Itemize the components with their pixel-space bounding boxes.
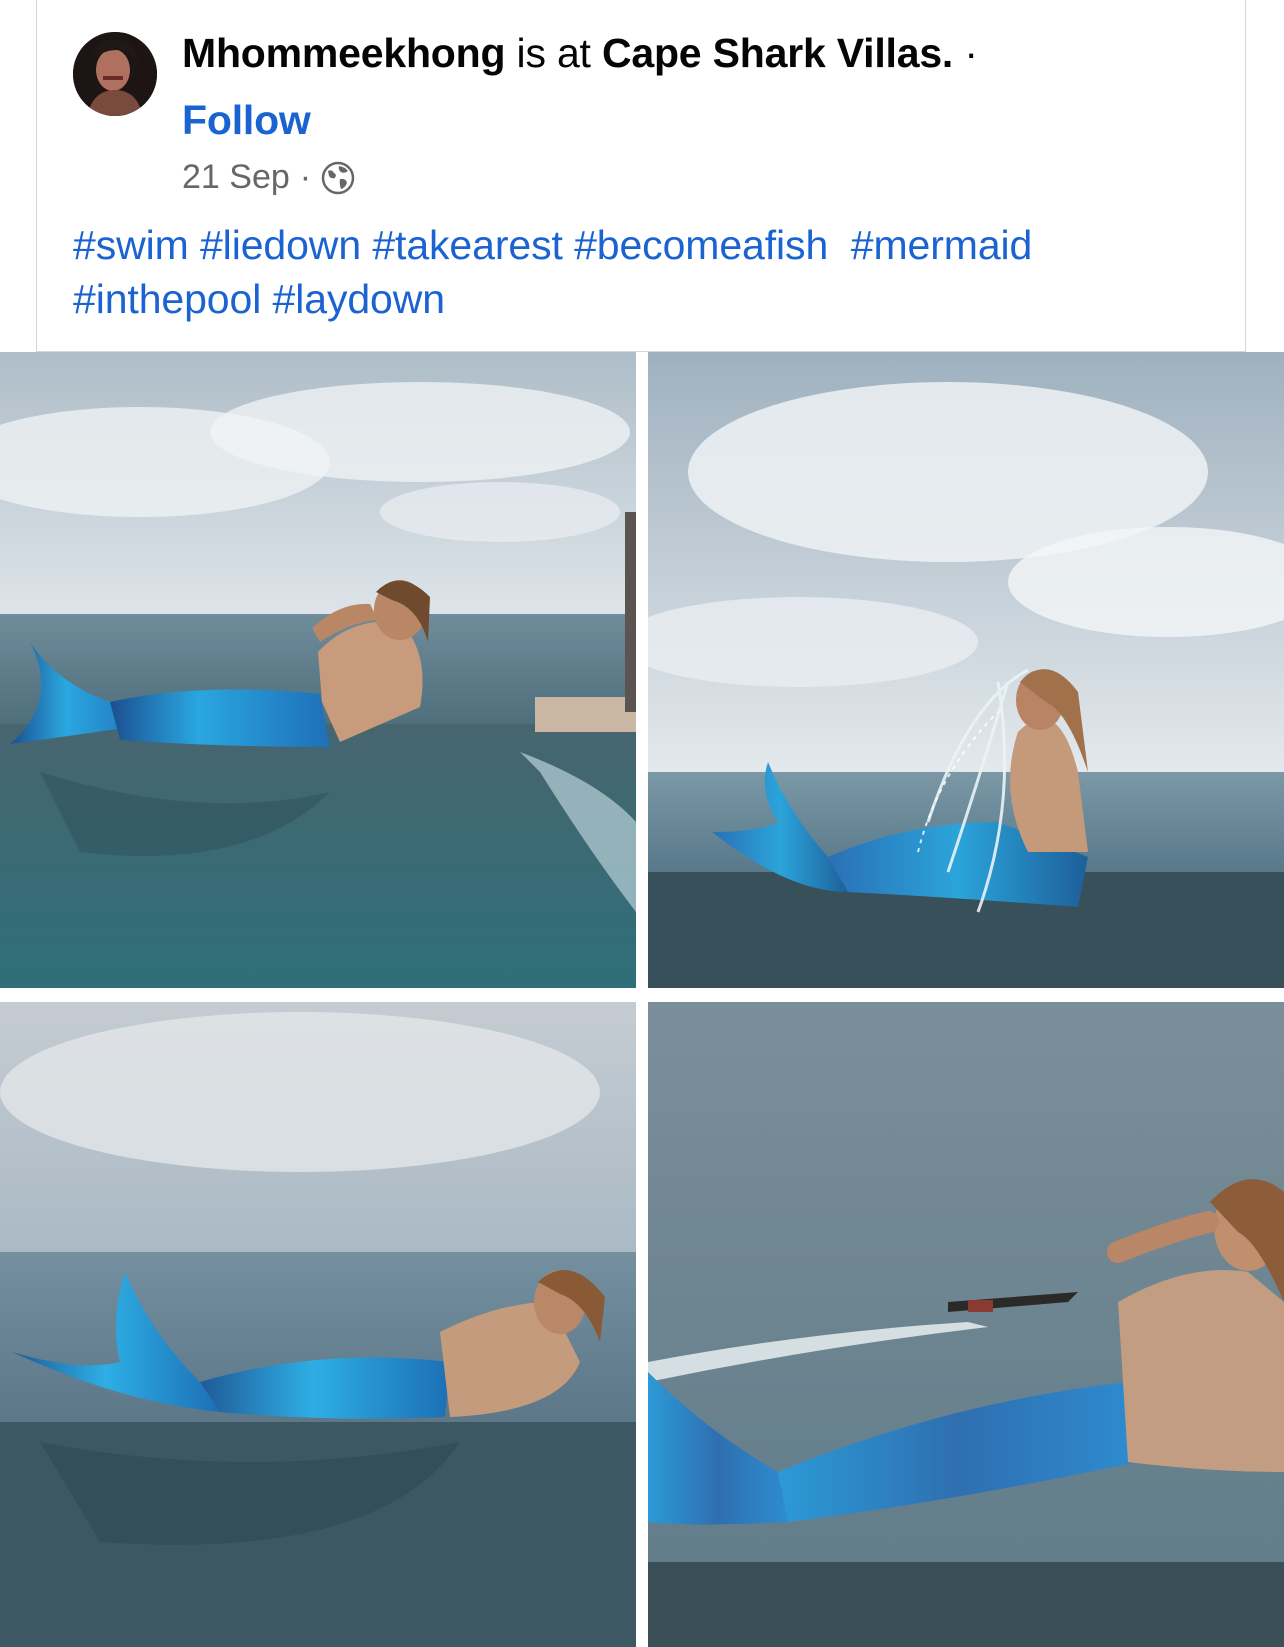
author-avatar[interactable] (73, 32, 157, 116)
hashtag-liedown[interactable]: #liedown (200, 222, 361, 268)
photo-grid (0, 352, 1284, 1647)
photo-mermaid-lying-pool-edge[interactable] (0, 352, 636, 988)
hashtag-swim[interactable]: #swim (73, 222, 189, 268)
at-text: is at (516, 30, 591, 76)
hashtag-takearest[interactable]: #takearest (372, 222, 563, 268)
separator-dot: · (964, 30, 978, 76)
hashtag-becomeafish[interactable]: #becomeafish (574, 222, 828, 268)
hashtags: #swim #liedown #takearest #becomeafish #… (73, 218, 1213, 326)
photo-mermaid-reclining-sea[interactable] (0, 1002, 636, 1647)
meta-separator: · (299, 158, 312, 196)
follow-button[interactable]: Follow (182, 97, 311, 144)
post-author-line: Mhommeekhong is at Cape Shark Villas. · (182, 30, 978, 77)
post-date[interactable]: 21 Sep (182, 158, 290, 197)
photo-mermaid-water-splash[interactable] (648, 352, 1284, 988)
author-name[interactable]: Mhommeekhong (182, 30, 506, 76)
globe-icon[interactable] (321, 161, 355, 195)
post-meta: 21 Sep · (182, 158, 355, 197)
hashtag-laydown[interactable]: #laydown (273, 276, 446, 322)
place-name[interactable]: Cape Shark Villas. (602, 30, 953, 76)
post-header-card: Mhommeekhong is at Cape Shark Villas. · … (36, 0, 1246, 352)
hashtag-inthepool[interactable]: #inthepool (73, 276, 261, 322)
hashtag-mermaid[interactable]: #mermaid (851, 222, 1033, 268)
photo-mermaid-closeup-boat[interactable] (648, 1002, 1284, 1647)
